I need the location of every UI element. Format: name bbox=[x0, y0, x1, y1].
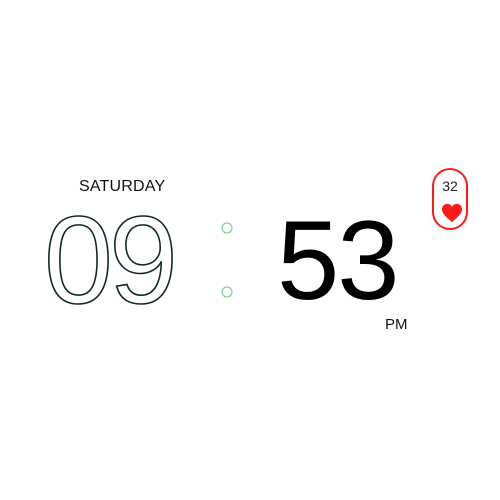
hours-outline-digits: 09 bbox=[43, 191, 179, 331]
heart-rate-widget[interactable]: 32 bbox=[432, 168, 468, 230]
hours-display: 09 bbox=[43, 191, 194, 331]
separator-dot-bottom bbox=[221, 286, 233, 298]
separator-dot-top bbox=[221, 222, 233, 234]
minutes-display: 53 bbox=[277, 198, 400, 323]
heart-count: 32 bbox=[442, 178, 458, 194]
watch-face: SATURDAY 09 53 PM 32 bbox=[0, 0, 500, 500]
heart-icon bbox=[442, 203, 462, 223]
hours-text: 09 bbox=[44, 192, 174, 321]
ampm-label: PM bbox=[385, 316, 408, 333]
